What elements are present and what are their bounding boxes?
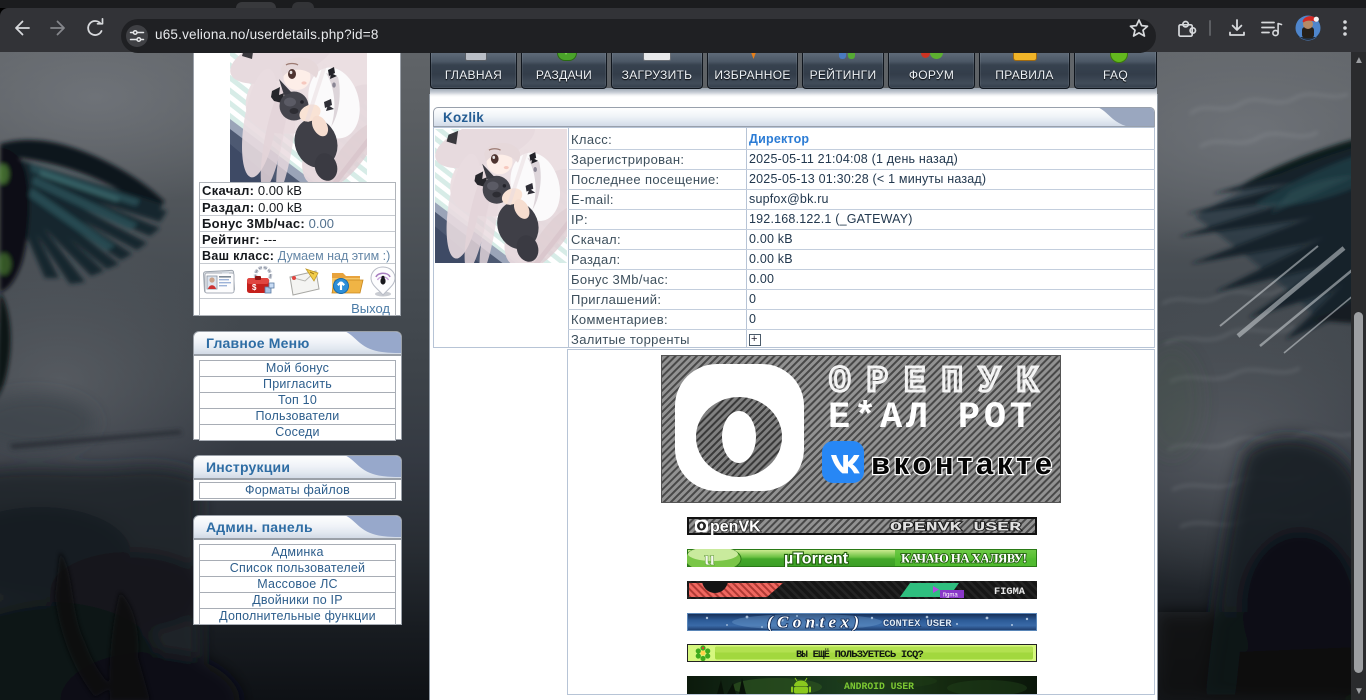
svg-text:Е*АЛ РОТ: Е*АЛ РОТ — [828, 397, 1034, 439]
svg-text:penVK: penVK — [710, 519, 761, 536]
svg-text:КАЧАЮ НА ХАЛЯВУ!: КАЧАЮ НА ХАЛЯВУ! — [901, 551, 1027, 566]
svg-text:(Contex): (Contex) — [767, 613, 859, 631]
svg-text:вконтакте: вконтакте — [871, 446, 1053, 481]
svg-text:µTorrent: µTorrent — [784, 551, 849, 568]
svg-text:figma: figma — [943, 593, 958, 599]
svg-text:u: u — [704, 549, 715, 567]
svg-text:FIGMA: FIGMA — [994, 587, 1025, 598]
svg-text:CONTEX USER: CONTEX USER — [883, 618, 953, 630]
svg-text:ANDROID USER: ANDROID USER — [844, 682, 914, 693]
svg-text:ВЫ ЕЩЁ ПОЛЬЗУЕТЕСЬ ICQ?: ВЫ ЕЩЁ ПОЛЬЗУЕТЕСЬ ICQ? — [796, 648, 924, 661]
svg-text:OPENVK USER: OPENVK USER — [890, 521, 1022, 535]
svg-text:$: $ — [252, 283, 257, 292]
